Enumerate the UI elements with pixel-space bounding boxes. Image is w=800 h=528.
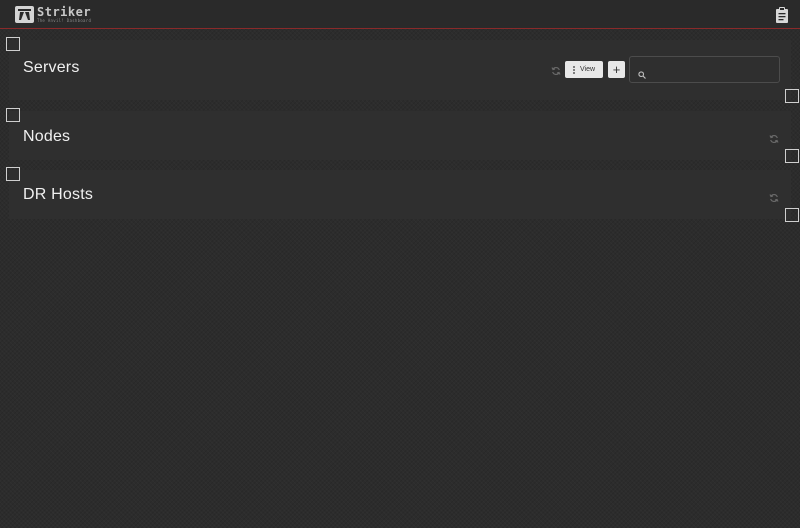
brand-subtitle: The Anvil! Dashboard: [37, 18, 92, 23]
servers-refresh-icon[interactable]: [551, 63, 561, 76]
dr-hosts-panel: DR Hosts: [6, 167, 799, 222]
brand-name: Striker: [37, 5, 92, 19]
servers-panel: Servers View +: [6, 37, 799, 103]
servers-search-box[interactable]: [629, 56, 780, 83]
dr-hosts-refresh-icon[interactable]: [769, 190, 779, 203]
dr-hosts-panel-title: DR Hosts: [23, 186, 94, 203]
nodes-refresh-icon[interactable]: [769, 131, 779, 144]
panel-corner-bottom-right: [785, 149, 799, 163]
servers-view-label: View: [579, 66, 596, 73]
panel-corner-bottom-right: [785, 89, 799, 103]
clipboard-icon[interactable]: [775, 7, 789, 23]
panel-corner-top-left: [6, 37, 20, 51]
kebab-menu-icon: [573, 65, 575, 74]
panel-corner-top-left: [6, 167, 20, 181]
nodes-panel: Nodes: [6, 108, 799, 163]
servers-view-button[interactable]: View: [565, 61, 603, 78]
nodes-panel-title: Nodes: [23, 128, 71, 145]
panel-corner-bottom-right: [785, 208, 799, 222]
search-icon: [638, 66, 646, 79]
panel-corner-top-left: [6, 108, 20, 122]
anvil-logo-icon[interactable]: [15, 6, 34, 23]
servers-search-input[interactable]: [650, 61, 774, 78]
app-header: Striker The Anvil! Dashboard: [0, 0, 800, 29]
servers-panel-title: Servers: [23, 59, 80, 76]
add-server-button[interactable]: +: [608, 61, 625, 78]
